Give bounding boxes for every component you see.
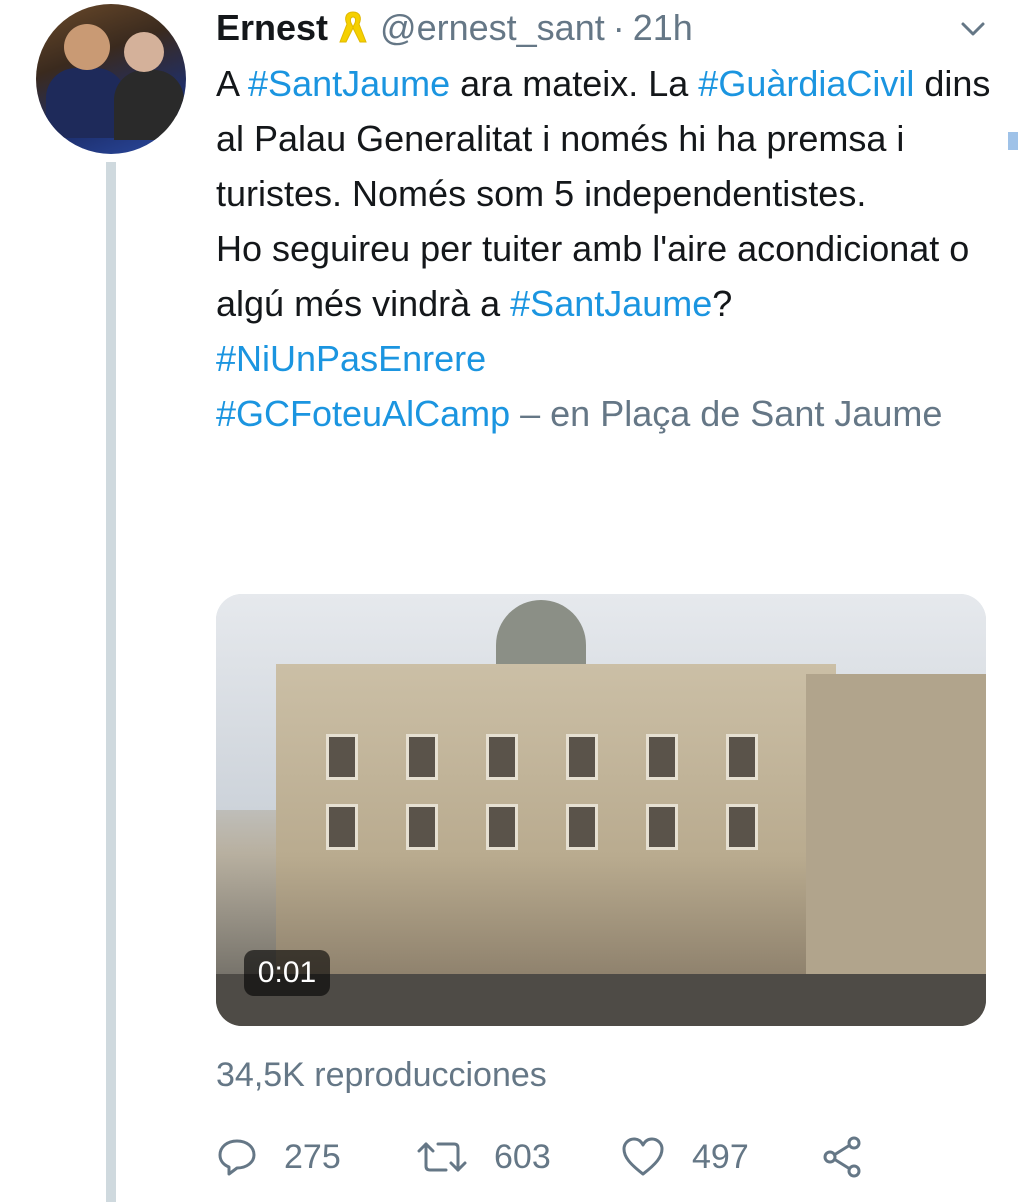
hashtag-link[interactable]: #GuàrdiaCivil [698,63,914,104]
video-time-badge: 0:01 [244,950,330,996]
video-ground [216,974,986,1026]
video-window [726,804,758,850]
author-name[interactable]: Ernest [216,7,328,49]
video-window [646,804,678,850]
thread-line [106,162,116,1202]
tweet-text: A #SantJaume ara mateix. La #GuàrdiaCivi… [216,56,996,441]
yellow-ribbon-icon [339,11,367,43]
author-avatar[interactable] [36,4,186,154]
heart-icon [622,1137,664,1176]
share-icon [823,1136,861,1178]
reply-icon [218,1139,256,1176]
video-window [326,734,358,780]
hashtag-link[interactable]: #NiUnPasEnrere [216,338,486,379]
view-count: 34,5K reproducciones [216,1056,547,1094]
scroll-indicator [1008,132,1018,150]
video-window [486,734,518,780]
avatar-face [64,24,110,70]
tweet-header: Ernest @ernest_sant · 21h [216,6,693,50]
reply-button[interactable]: 275 [216,1130,341,1184]
retweet-button[interactable]: 603 [416,1130,551,1184]
video-player[interactable] [216,594,986,1026]
author-handle[interactable]: @ernest_sant [380,7,605,49]
video-window [326,804,358,850]
text-segment: ara mateix. La [450,63,699,104]
hashtag-link[interactable]: #GCFoteuAlCamp [216,393,510,434]
video-window [406,734,438,780]
video-window [566,734,598,780]
like-button[interactable]: 497 [620,1130,749,1184]
reply-count: 275 [284,1137,341,1176]
tweet-timestamp[interactable]: 21h [633,7,693,49]
video-window [486,804,518,850]
hashtag-link[interactable]: #SantJaume [510,283,712,324]
avatar-face [124,32,164,72]
video-window [566,804,598,850]
separator-dot: · [612,7,625,48]
video-window [726,734,758,780]
place-link[interactable]: – en Plaça de Sant Jaume [510,393,942,434]
tweet-actions: 275 603 497 [216,1130,896,1184]
video-window [646,734,678,780]
avatar-figure [114,70,184,140]
retweet-count: 603 [494,1137,551,1176]
video-building [806,674,986,974]
share-button[interactable] [820,1130,864,1184]
like-count: 497 [692,1137,749,1176]
chevron-down-icon[interactable] [958,14,988,44]
video-window [406,804,438,850]
hashtag-link[interactable]: #SantJaume [248,63,450,104]
text-segment: A [216,63,249,104]
text-segment: ? [712,283,733,324]
retweet-icon [417,1142,467,1172]
